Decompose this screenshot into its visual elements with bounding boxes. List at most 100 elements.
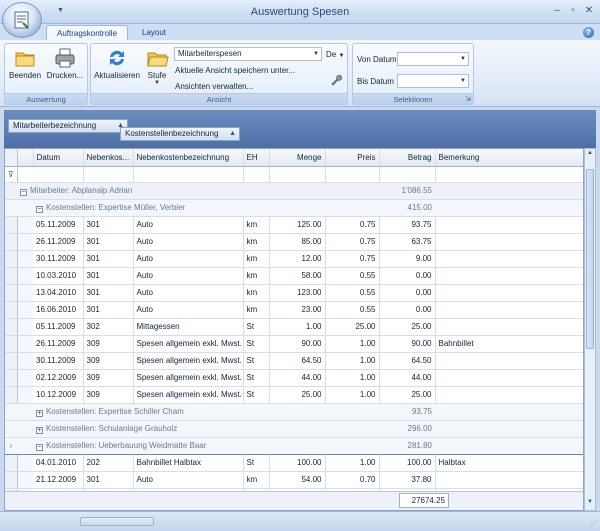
cell-datum[interactable]: 02.12.2009: [33, 369, 84, 387]
cell-bemerkung[interactable]: [435, 250, 583, 268]
cell-preis[interactable]: 25.00: [325, 318, 380, 336]
table-row[interactable]: 05.11.2009 301 Auto km 125.00 0.75 93.75: [5, 216, 583, 234]
table-row[interactable]: 30.11.2009 301 Auto km 12.00 0.75 9.00: [5, 250, 583, 268]
cell-preis[interactable]: 0.75: [325, 233, 380, 251]
cell-menge[interactable]: 1.00: [269, 318, 326, 336]
close-icon[interactable]: ✕: [582, 5, 596, 17]
table-row[interactable]: 21.12.2009 301 Auto km 54.00 0.70 37.80: [5, 471, 583, 489]
cell-eh[interactable]: St: [243, 386, 270, 404]
cell-datum[interactable]: 04.01.2010: [33, 454, 84, 472]
maximize-icon[interactable]: ▫: [566, 5, 580, 17]
cell-datum[interactable]: 21.12.2009: [33, 471, 84, 489]
group-row-kostenstelle[interactable]: › − Kostenstellen: Ueberbauung Weidmatte B…: [5, 436, 583, 455]
cell-eh[interactable]: km: [243, 267, 270, 285]
cell-nebenkostenbezeichnung[interactable]: Auto: [133, 250, 244, 268]
cell-bemerkung[interactable]: [435, 233, 583, 251]
cell-preis[interactable]: 1.00: [325, 386, 380, 404]
tab-layout[interactable]: Layout: [132, 25, 176, 40]
cell-preis[interactable]: 1.00: [325, 454, 380, 472]
wrench-icon[interactable]: [330, 74, 342, 86]
manage-views-link[interactable]: Ansichten verwalten...: [175, 82, 253, 91]
cell-nebenkostenart[interactable]: 301: [83, 471, 134, 489]
cell-preis[interactable]: 0.55: [325, 301, 380, 319]
beenden-button[interactable]: Beenden: [8, 46, 42, 80]
cell-betrag[interactable]: 9.00: [379, 250, 436, 268]
cell-nebenkostenbezeichnung[interactable]: Auto: [133, 233, 244, 251]
cell-nebenkostenbezeichnung[interactable]: Spesen allgemein exkl. Mwst.: [133, 369, 244, 387]
cell-bemerkung[interactable]: [435, 284, 583, 302]
cell-nebenkostenart[interactable]: 309: [83, 335, 134, 353]
table-row[interactable]: 13.04.2010 301 Auto km 123.00 0.55 0.00: [5, 284, 583, 302]
cell-preis[interactable]: 0.75: [325, 216, 380, 234]
table-row[interactable]: 10.03.2010 301 Auto km 58.00 0.55 0.00: [5, 267, 583, 285]
cell-datum[interactable]: 30.11.2009: [33, 250, 84, 268]
cell-menge[interactable]: 125.00: [269, 216, 326, 234]
scroll-thumb[interactable]: [586, 169, 594, 349]
cell-nebenkostenbezeichnung[interactable]: Spesen allgemein exkl. Mwst.: [133, 352, 244, 370]
cell-betrag[interactable]: 37.80: [379, 471, 436, 489]
cell-nebenkostenart[interactable]: 202: [83, 454, 134, 472]
cell-betrag[interactable]: 64.50: [379, 352, 436, 370]
group-row-kostenstelle[interactable]: + Kostenstellen: Schulanlage Grauholz 296.…: [5, 420, 583, 438]
cell-nebenkostenbezeichnung[interactable]: Auto: [133, 301, 244, 319]
col-betrag[interactable]: Betrag: [379, 149, 436, 167]
cell-eh[interactable]: St: [243, 335, 270, 353]
group-row-kostenstelle[interactable]: + Kostenstellen: Expertise Schiller Cham 9…: [5, 403, 583, 421]
cell-betrag[interactable]: 0.00: [379, 267, 436, 285]
table-row[interactable]: 30.11.2009 309 Spesen allgemein exkl. Mwst…: [5, 352, 583, 370]
cell-betrag[interactable]: 25.00: [379, 318, 436, 336]
cell-preis[interactable]: 0.75: [325, 250, 380, 268]
cell-betrag[interactable]: 0.00: [379, 284, 436, 302]
cell-preis[interactable]: 1.00: [325, 335, 380, 353]
cell-eh[interactable]: km: [243, 216, 270, 234]
horizontal-scroll-thumb[interactable]: [80, 517, 154, 526]
cell-menge[interactable]: 44.00: [269, 369, 326, 387]
cell-preis[interactable]: 1.00: [325, 369, 380, 387]
cell-bemerkung[interactable]: [435, 386, 583, 404]
cell-eh[interactable]: km: [243, 284, 270, 302]
collapse-icon[interactable]: −: [36, 443, 43, 451]
language-select[interactable]: De ▼: [326, 50, 344, 59]
view-select[interactable]: Mitarbeiterspesen ▼: [174, 47, 322, 61]
cell-betrag[interactable]: 90.00: [379, 335, 436, 353]
cell-bemerkung[interactable]: [435, 267, 583, 285]
group-chip-kostenstelle[interactable]: Kostenstellenbezeichnung ▲: [120, 127, 240, 141]
cell-bemerkung[interactable]: Halbtax: [435, 454, 583, 472]
cell-eh[interactable]: km: [243, 250, 270, 268]
group-row-kostenstelle[interactable]: − Kostenstellen: Expertise Müller, Verbie…: [5, 199, 583, 217]
col-bemerkung[interactable]: Bemerkung: [435, 149, 583, 167]
cell-datum[interactable]: 13.04.2010: [33, 284, 84, 302]
cell-preis[interactable]: 0.55: [325, 284, 380, 302]
table-row[interactable]: 16.06.2010 301 Auto km 23.00 0.55 0.00: [5, 301, 583, 319]
table-row[interactable]: 10.12.2009 309 Spesen allgemein exkl. Mwst…: [5, 386, 583, 404]
drucken-button[interactable]: Drucken...: [43, 46, 87, 80]
cell-nebenkostenart[interactable]: 309: [83, 369, 134, 387]
cell-datum[interactable]: 05.11.2009: [33, 216, 84, 234]
vertical-scrollbar[interactable]: ▲ ▼: [584, 148, 596, 511]
cell-nebenkostenart[interactable]: 301: [83, 301, 134, 319]
cell-betrag[interactable]: 44.00: [379, 369, 436, 387]
von-datum-input[interactable]: ▼: [397, 52, 469, 66]
cell-bemerkung[interactable]: [435, 301, 583, 319]
cell-betrag[interactable]: 100.00: [379, 454, 436, 472]
cell-nebenkostenbezeichnung[interactable]: Auto: [133, 284, 244, 302]
cell-datum[interactable]: 16.06.2010: [33, 301, 84, 319]
cell-menge[interactable]: 123.00: [269, 284, 326, 302]
col-nebenkostenbezeichnung[interactable]: Nebenkostenbezeichnung: [133, 149, 244, 167]
table-row[interactable]: 02.12.2009 309 Spesen allgemein exkl. Mwst…: [5, 369, 583, 387]
filter-row[interactable]: ⊽: [5, 166, 583, 183]
cell-menge[interactable]: 23.00: [269, 301, 326, 319]
cell-betrag[interactable]: 63.75: [379, 233, 436, 251]
cell-datum[interactable]: 10.03.2010: [33, 267, 84, 285]
cell-nebenkostenbezeichnung[interactable]: Auto: [133, 471, 244, 489]
cell-preis[interactable]: 1.00: [325, 352, 380, 370]
cell-menge[interactable]: 64.50: [269, 352, 326, 370]
scroll-down-icon[interactable]: ▼: [585, 499, 595, 509]
app-menu-button[interactable]: [2, 2, 42, 38]
cell-nebenkostenart[interactable]: 309: [83, 352, 134, 370]
cell-betrag[interactable]: 25.00: [379, 386, 436, 404]
cell-betrag[interactable]: 93.75: [379, 216, 436, 234]
cell-menge[interactable]: 58.00: [269, 267, 326, 285]
expand-icon[interactable]: +: [36, 409, 43, 417]
cell-eh[interactable]: St: [243, 352, 270, 370]
